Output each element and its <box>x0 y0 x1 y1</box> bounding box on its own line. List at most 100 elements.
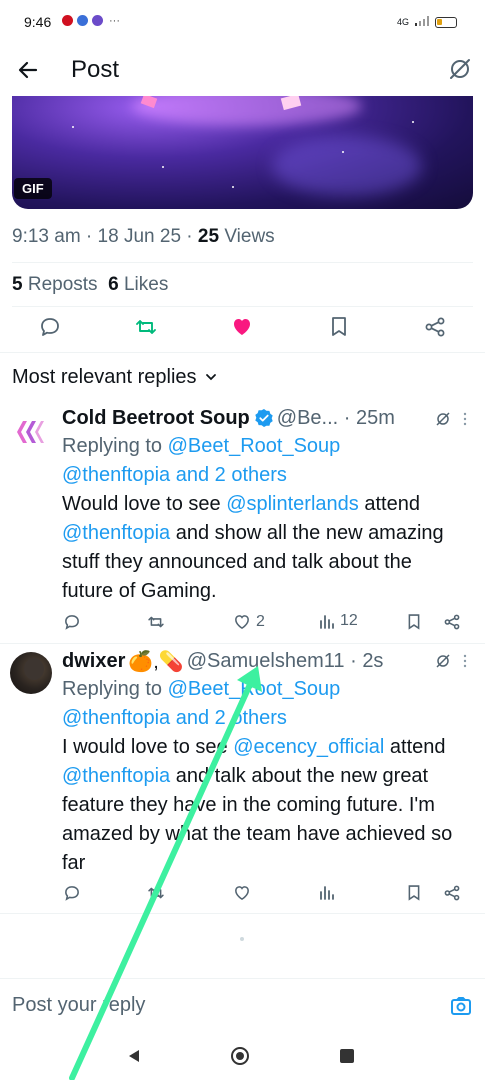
divider <box>12 306 473 307</box>
share-icon <box>444 614 460 630</box>
share-icon <box>444 885 460 901</box>
reply-author-name[interactable]: dwixer <box>62 650 125 673</box>
back-button[interactable] <box>14 56 42 84</box>
sort-label: Most relevant replies <box>12 366 197 388</box>
like-count: 2 <box>256 613 265 630</box>
reply-item[interactable]: Cold Beetroot Soup @Be... · 25m Replying… <box>62 404 477 606</box>
mention-link[interactable]: @Beet_Root_Soup <box>168 435 341 457</box>
more-vertical-icon <box>463 654 467 668</box>
analytics-icon <box>320 886 334 900</box>
mention-link[interactable]: @ecency_official <box>233 736 384 758</box>
mention-link[interactable]: @thenftopia <box>62 464 170 486</box>
repost-button[interactable] <box>133 314 159 340</box>
more-options-button[interactable] <box>460 410 470 428</box>
others-link[interactable]: and 2 others <box>176 707 287 729</box>
mention-link[interactable]: @Beet_Root_Soup <box>168 678 341 700</box>
loading-indicator <box>240 937 244 941</box>
likes-label: Likes <box>123 274 169 295</box>
camera-button[interactable] <box>450 995 472 1017</box>
status-time: 9:46 <box>24 14 52 30</box>
nav-recents-button[interactable] <box>339 1048 355 1069</box>
bookmark-icon <box>332 317 346 336</box>
bookmark-button[interactable] <box>404 883 424 903</box>
avatar[interactable] <box>10 412 50 452</box>
signal-icon: 4G <box>396 17 409 27</box>
triangle-back-icon <box>129 1050 139 1062</box>
comment-icon <box>41 318 59 336</box>
chevron-down-icon <box>206 374 216 381</box>
repost-icon <box>136 320 156 334</box>
no-translate-button[interactable] <box>435 411 451 432</box>
page-title: Post <box>71 56 120 83</box>
hive-logo-icon <box>17 421 44 443</box>
reply-time: 2s <box>362 649 384 672</box>
reply-item[interactable]: dwixer 🍊,💊 @Samuelshem11 · 2s Replying t… <box>62 647 477 878</box>
no-translate-button[interactable] <box>435 653 451 674</box>
replies-sort-dropdown[interactable]: Most relevant replies <box>12 366 217 389</box>
reply-author-name[interactable]: Cold Beetroot Soup <box>62 407 250 430</box>
verified-badge-icon <box>255 409 273 427</box>
divider <box>12 262 473 263</box>
views-button[interactable] <box>318 883 336 901</box>
circle-slash-icon <box>436 654 450 668</box>
circle-slash-icon <box>436 412 450 426</box>
share-button[interactable] <box>422 314 448 340</box>
views-count: 25 <box>197 226 220 247</box>
likes-link[interactable]: 6 Likes <box>108 274 168 295</box>
comment-icon <box>65 886 79 901</box>
mention-link[interactable]: @thenftopia <box>62 522 170 544</box>
reply-input[interactable]: Post your reply <box>12 994 145 1017</box>
avatar[interactable] <box>10 652 52 694</box>
bookmark-button[interactable] <box>404 612 424 632</box>
square-recents-icon <box>340 1049 354 1063</box>
bookmark-button[interactable] <box>326 314 352 340</box>
nav-back-button[interactable] <box>126 1048 142 1069</box>
name-emoji: 🍊,💊 <box>128 650 184 673</box>
more-notifications: ··· <box>109 15 120 27</box>
more-vertical-icon <box>463 412 467 426</box>
repost-icon <box>148 616 164 628</box>
mention-link[interactable]: @thenftopia <box>62 765 170 787</box>
app-notification-icon <box>62 15 73 26</box>
view-count: 12 <box>340 612 358 629</box>
reply-button[interactable] <box>62 883 82 903</box>
heart-icon <box>235 615 249 630</box>
reply-button[interactable] <box>37 314 63 340</box>
signal-bars-icon <box>415 16 429 28</box>
mention-link[interactable]: @splinterlands <box>226 493 359 515</box>
mention-link[interactable]: @thenftopia <box>62 707 170 729</box>
reply-button[interactable] <box>62 612 82 632</box>
like-button[interactable]: 2 <box>232 612 265 632</box>
replying-to: Replying to @Beet_Root_Soup @thenftopia … <box>62 678 341 729</box>
others-link[interactable]: and 2 others <box>176 464 287 486</box>
gif-media[interactable] <box>12 96 473 209</box>
status-bar: 9:46 ··· 4G <box>0 0 485 44</box>
notification-icons: ··· <box>62 15 120 27</box>
share-button[interactable] <box>442 612 462 632</box>
reposts-count: 5 <box>12 274 23 295</box>
divider <box>0 352 485 353</box>
replying-to: Replying to @Beet_Root_Soup @thenftopia … <box>62 435 341 486</box>
post-stats: 5 Reposts 6 Likes <box>12 274 168 296</box>
reply-author-handle[interactable]: @Be... <box>277 407 338 430</box>
no-translate-button[interactable] <box>447 56 473 82</box>
like-button[interactable] <box>229 314 255 340</box>
more-options-button[interactable] <box>460 652 470 670</box>
share-button[interactable] <box>442 883 462 903</box>
views-button[interactable]: 12 <box>318 612 358 630</box>
repost-button[interactable] <box>146 883 166 903</box>
bookmark-icon <box>408 614 420 630</box>
system-status: 4G <box>397 16 457 28</box>
divider <box>0 913 485 914</box>
reply-time: 25m <box>355 406 395 429</box>
app-notification-icon <box>77 15 88 26</box>
system-navigation-bar <box>0 1030 485 1080</box>
reply-author-handle[interactable]: @Samuelshem11 <box>187 650 345 673</box>
home-circle-icon <box>231 1047 249 1065</box>
nav-home-button[interactable] <box>230 1046 250 1071</box>
circle-slash-icon <box>450 59 470 79</box>
reposts-link[interactable]: 5 Reposts <box>12 274 98 295</box>
repost-button[interactable] <box>146 612 166 632</box>
arrow-left-icon <box>18 61 38 79</box>
like-button[interactable] <box>232 883 252 903</box>
